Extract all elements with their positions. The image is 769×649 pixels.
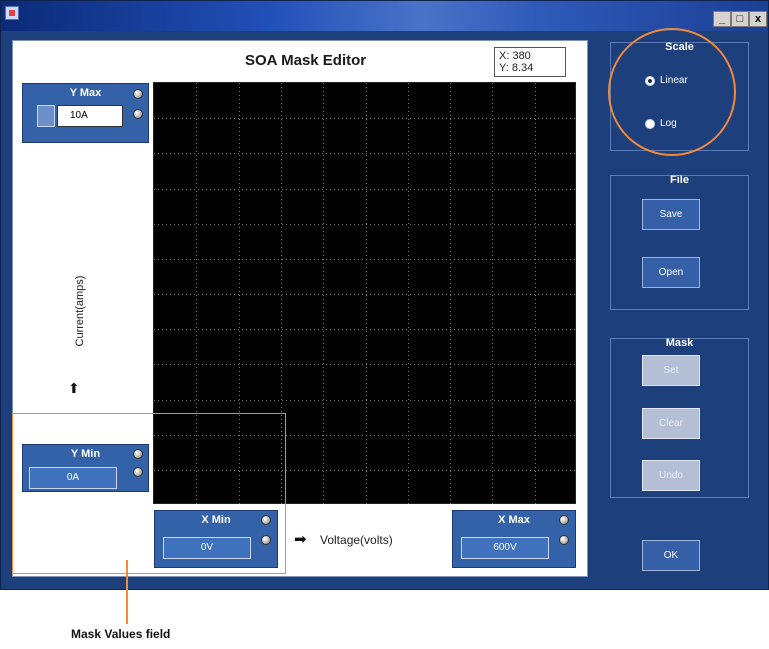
y-axis-label-text: Current(amps): [74, 275, 86, 347]
open-button[interactable]: Open: [642, 257, 700, 288]
x-max-box: X Max 600V: [452, 510, 576, 568]
mask-title: Mask: [665, 337, 694, 349]
title-bar[interactable]: _ □ x: [1, 1, 768, 31]
editor-title: SOA Mask Editor: [245, 52, 367, 69]
app-icon: [5, 6, 19, 20]
y-max-spin-down-icon[interactable]: [133, 109, 143, 119]
y-max-box: Y Max 10A: [22, 83, 149, 143]
x-max-spin-up-icon[interactable]: [559, 515, 569, 525]
y-max-input[interactable]: 10A: [57, 105, 123, 127]
undo-button[interactable]: Undo: [642, 460, 700, 491]
annotation-leader-line: [126, 560, 128, 624]
x-max-label: X Max: [498, 514, 530, 526]
close-button[interactable]: x: [749, 11, 767, 27]
minimize-button[interactable]: _: [713, 11, 731, 27]
file-group: File: [610, 174, 749, 310]
file-title: File: [670, 174, 689, 186]
maximize-button[interactable]: □: [731, 11, 749, 27]
y-max-grip-icon: [37, 105, 55, 127]
scale-highlight-circle: [608, 28, 736, 156]
y-max-label: Y Max: [69, 87, 102, 99]
clear-button[interactable]: Clear: [642, 408, 700, 439]
x-axis-label: Voltage(volts): [320, 533, 393, 547]
x-max-input[interactable]: 600V: [461, 537, 549, 559]
x-max-spin-down-icon[interactable]: [559, 535, 569, 545]
save-button[interactable]: Save: [642, 199, 700, 230]
y-axis-label: Current(amps): [70, 256, 90, 366]
set-button[interactable]: Set: [642, 355, 700, 386]
mask-values-annotation: Mask Values field: [71, 627, 171, 641]
screenshot: _ □ x SOA Mask Editor X: 380 Y: 8.34 Y M…: [0, 0, 769, 649]
mask-values-highlight-box: [12, 413, 286, 574]
cursor-x-readout: X: 380: [499, 50, 531, 62]
arrow-right-icon: ➡: [294, 531, 307, 548]
y-max-spin-up-icon[interactable]: [133, 89, 143, 99]
cursor-coordinates: X: 380 Y: 8.34: [494, 47, 566, 77]
cursor-y-readout: Y: 8.34: [499, 62, 534, 74]
ok-button[interactable]: OK: [642, 540, 700, 571]
arrow-up-icon: ⬆: [68, 380, 80, 396]
